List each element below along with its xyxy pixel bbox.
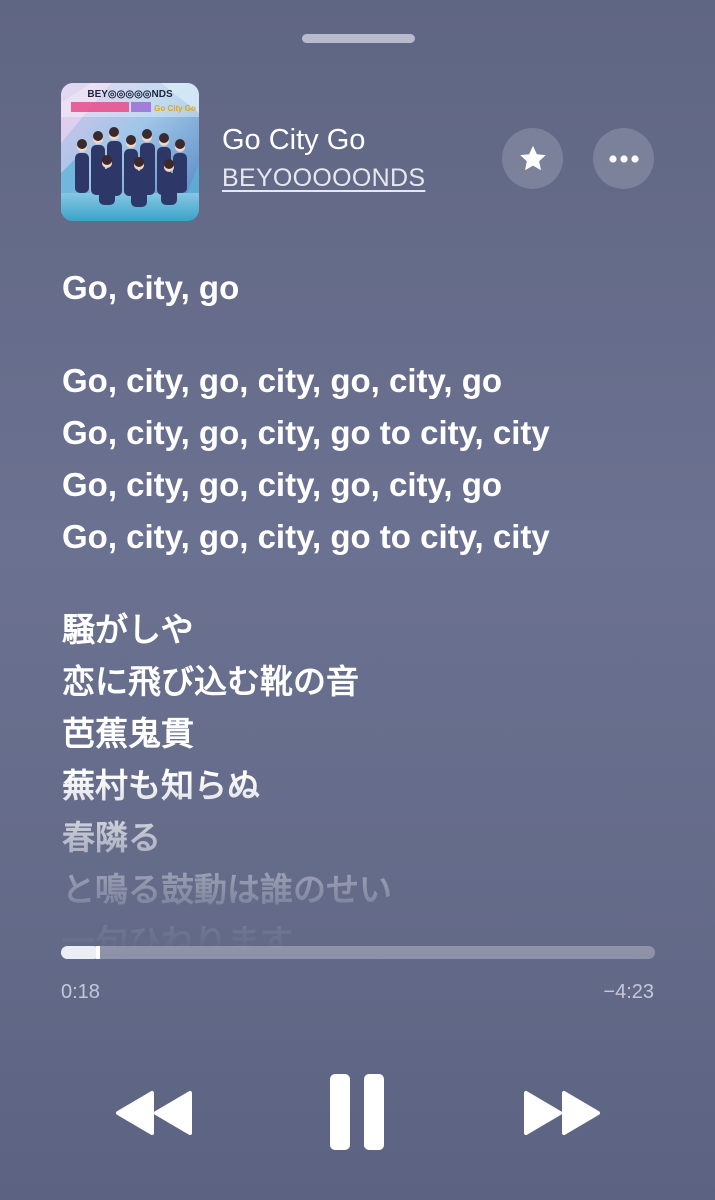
fast-forward-icon: [524, 1091, 600, 1135]
album-logo-text: BEY◎◎◎◎◎NDS: [87, 89, 173, 100]
lyric-line[interactable]: Go, city, go, city, go, city, go: [62, 459, 702, 511]
lyric-line[interactable]: Go, city, go, city, go to city, city: [62, 511, 702, 563]
progress-bar[interactable]: [61, 946, 655, 959]
lyric-line[interactable]: Go, city, go, city, go, city, go: [62, 355, 702, 407]
lyric-gap: [62, 314, 702, 355]
lyric-line[interactable]: 春隣る: [62, 812, 702, 864]
song-title: Go City Go: [222, 124, 366, 156]
pause-button[interactable]: [321, 1070, 393, 1154]
progress-scrubber[interactable]: [96, 946, 100, 959]
album-art: BEY◎◎◎◎◎NDS Go City Go: [61, 83, 199, 221]
lyric-line[interactable]: 恋に飛び込む靴の音: [62, 656, 702, 708]
lyric-line[interactable]: Go, city, go, city, go to city, city: [62, 407, 702, 459]
fast-forward-button[interactable]: [520, 1085, 604, 1141]
lyric-line[interactable]: 蕪村も知らぬ: [62, 760, 702, 812]
star-icon: [519, 145, 546, 170]
favorite-button[interactable]: [502, 128, 563, 189]
progress-fill: [61, 946, 100, 959]
remaining-time: −4:23: [603, 981, 654, 1003]
lyric-line[interactable]: 騒がしや: [62, 604, 702, 656]
more-button[interactable]: [593, 128, 654, 189]
ellipsis-icon: [608, 154, 639, 163]
lyric-line[interactable]: 芭蕉鬼貫: [62, 708, 702, 760]
sheet-grabber[interactable]: [302, 34, 415, 43]
lyric-gap: [62, 563, 702, 604]
rewind-button[interactable]: [112, 1085, 196, 1141]
album-tag-text: Go City Go: [154, 104, 196, 113]
lyric-line[interactable]: Go, city, go: [62, 262, 702, 314]
rewind-icon: [116, 1091, 192, 1135]
elapsed-time: 0:18: [61, 981, 100, 1003]
lyric-line[interactable]: と鳴る鼓動は誰のせい: [62, 864, 702, 916]
lyrics-panel[interactable]: Go, city, go Go, city, go, city, go, cit…: [62, 262, 702, 952]
artist-link[interactable]: BEYOOOOONDS: [222, 164, 425, 193]
pause-icon: [330, 1074, 384, 1150]
